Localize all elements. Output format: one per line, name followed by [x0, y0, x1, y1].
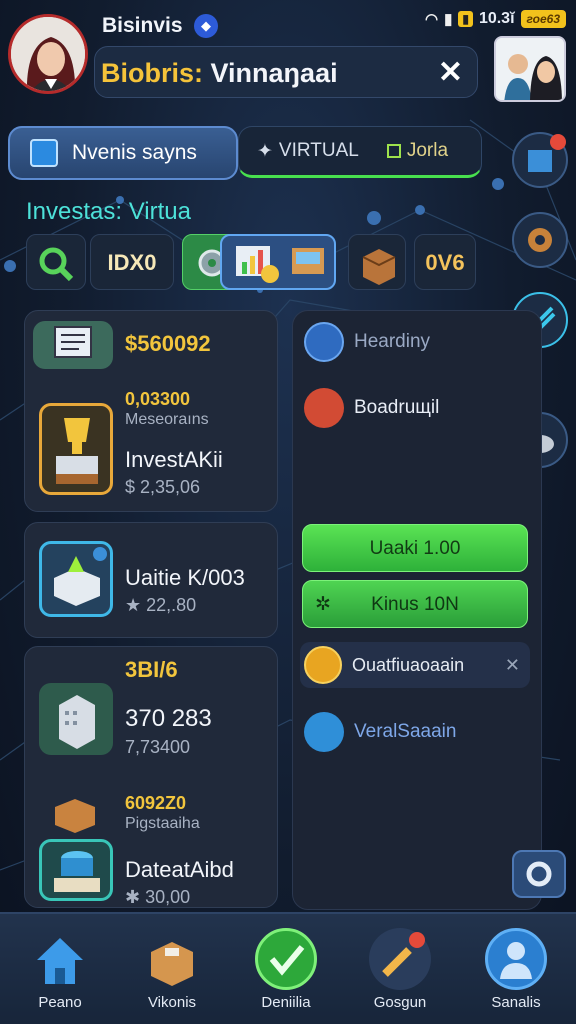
side-item-cube[interactable] [512, 132, 568, 188]
panel-row-heardiny[interactable]: Heardiny [304, 322, 430, 362]
search-icon [39, 247, 74, 282]
kinus-button[interactable]: ✲ Kinus 10N [302, 580, 528, 628]
nav-label: Peano [38, 994, 82, 1011]
nav-label: Deniilia [261, 994, 311, 1011]
package-icon [362, 249, 396, 285]
code-filter[interactable]: IDX0 [90, 234, 174, 290]
tab-jorla[interactable]: Jorla [386, 140, 449, 162]
cog-icon [528, 228, 552, 252]
gear-icon [526, 861, 552, 887]
settings-button[interactable] [512, 850, 566, 898]
status-time: 10.3ĭ [478, 10, 515, 27]
card-name: InvestAKii [125, 447, 223, 472]
verified-icon: ◆ [194, 14, 218, 38]
percent-filter[interactable]: 0V6 [414, 234, 476, 290]
package-filter[interactable] [348, 234, 406, 290]
tab-jorla-label: Jorla [406, 140, 449, 161]
battery-icon: ▮ [458, 11, 473, 27]
chart-filter[interactable] [220, 234, 336, 290]
panel-row-label: VeralSaaain [354, 721, 457, 742]
card-value: $560092 [125, 331, 211, 356]
nav-item-vikonis[interactable]: Vikonis [122, 928, 222, 1011]
user-avatar[interactable] [8, 14, 88, 94]
wifi-icon: ◠ [424, 11, 439, 28]
asset-card[interactable]: 3BI/6 370 283 7,73400 6092Z0 Pigstaaiha … [24, 646, 278, 908]
card-price: ★ 22,.80 [125, 595, 197, 615]
chip-ouatfiuaoaain[interactable]: Ouatfiuaoaain ✕ [300, 642, 530, 688]
server-icon [39, 683, 113, 755]
profile-icon [485, 928, 547, 990]
settings-icon: ✲ [315, 594, 331, 615]
box-icon [141, 928, 203, 990]
signal-icon: ▮ [444, 11, 453, 28]
close-button[interactable]: ✕ [438, 55, 463, 90]
page-title-accent: Biobris: [101, 58, 204, 88]
card-sublabel: Pigstaaiha [125, 815, 200, 832]
tab-virtual[interactable]: ✦ VIRTUAL [257, 140, 359, 163]
coin-icon [304, 646, 342, 684]
card-value: 370 283 [125, 705, 212, 732]
panel-row-label: Heardiny [354, 331, 431, 352]
investment-card[interactable]: $560092 0,03300 Meseoraıns InvestAKii $ … [24, 310, 278, 512]
nav-item-peano[interactable]: Peano [10, 928, 110, 1011]
section-title: Investas: Virtua [26, 198, 191, 225]
nav-label: Vikonis [147, 994, 197, 1011]
tab-virtual-label: VIRTUAL [278, 140, 359, 161]
card-name: DateatAibd [125, 857, 234, 882]
check-icon [255, 928, 317, 990]
tab-nvenis-sayns[interactable]: Nvenis sayns [8, 126, 238, 180]
person-icon [11, 17, 85, 91]
card-name: Uaitie K/003 [125, 565, 245, 590]
cube-icon [528, 134, 566, 172]
nav-item-deniilia[interactable]: Deniilia [236, 928, 336, 1011]
pen-icon [304, 322, 344, 362]
product-card[interactable]: Uaitie K/003 ★ 22,.80 [24, 522, 278, 638]
square-icon [386, 144, 401, 158]
card-price: ✱ 30,00 [125, 887, 191, 907]
card-amount: 0,03300 [125, 389, 191, 409]
people-icon [496, 38, 564, 100]
card-sublabel: Meseoraıns [125, 411, 209, 428]
chart-icon [236, 246, 324, 283]
bottom-nav: Peano Vikonis Deniilia Gosgun Sanalis [0, 912, 576, 1024]
nav-item-gosgun[interactable]: Gosgun [350, 928, 450, 1011]
card-code: 3BI/6 [125, 657, 178, 682]
spark-icon: ✦ [257, 140, 273, 162]
nav-item-sanalis[interactable]: Sanalis [466, 928, 566, 1011]
card-sub: 7,73400 [125, 737, 191, 757]
crate-icon [49, 793, 101, 835]
status-bar: ◠ ▮ ▮ 10.3ĭ гое63 [425, 10, 566, 28]
panel-row-veralsaaain[interactable]: VeralSaaain [304, 712, 456, 752]
app-name: Bisinvis [102, 14, 183, 37]
document-icon [30, 139, 58, 167]
tab-label: Nvenis sayns [72, 141, 197, 164]
group-avatar[interactable] [494, 36, 566, 102]
card-amount: 6092Z0 [125, 793, 187, 813]
panel-row-label: Boadruщil [354, 397, 440, 418]
status-badge: гое63 [520, 10, 566, 28]
drum-icon [39, 839, 113, 901]
box-upload-icon [39, 541, 113, 617]
uaaki-button[interactable]: Uaaki 1.00 [302, 524, 528, 572]
page-title-main: Vinnaŋaai [210, 58, 338, 88]
database-icon [304, 712, 344, 752]
page-title: Biobris: Vinnaŋaai [101, 58, 338, 89]
chip-label: Ouatfiuaoaain [352, 654, 465, 675]
panel-row-boadruщil[interactable]: Boadruщil [304, 388, 439, 428]
tab-strip: ✦ VIRTUAL Jorla [238, 126, 482, 178]
kinus-button-label: Kinus 10N [371, 594, 459, 615]
tool-icon [304, 388, 344, 428]
rocket-icon [369, 928, 431, 990]
home-icon [29, 928, 91, 990]
search-filter[interactable] [26, 234, 86, 290]
title-bar: Biobris: Vinnaŋaai ✕ [94, 46, 478, 98]
chip-close-icon[interactable]: ✕ [505, 655, 520, 676]
trophy-icon [39, 403, 113, 495]
terminal-icon [33, 321, 113, 369]
side-item-gear[interactable] [512, 212, 568, 268]
nav-label: Sanalis [491, 994, 541, 1011]
card-price: $ 2,35,06 [125, 477, 201, 497]
nav-label: Gosgun [373, 994, 427, 1011]
